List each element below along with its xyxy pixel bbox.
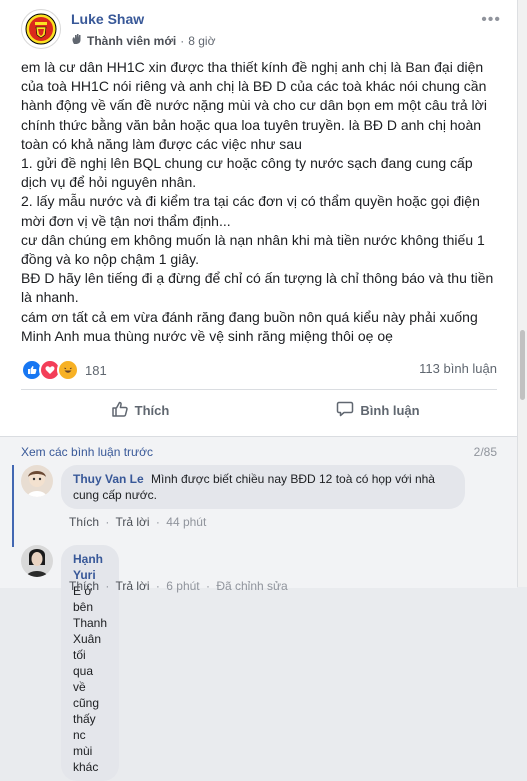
reaction-count: 181 [85,362,107,378]
like-button[interactable]: Thích [21,393,259,427]
separator-dot: · [155,579,160,593]
like-label: Thích [134,402,170,418]
more-options-icon[interactable]: ••• [481,11,501,29]
post-author-name[interactable]: Luke Shaw [71,11,144,27]
post-body: em là cư dân HH1C xin được tha thiết kín… [21,58,501,346]
author-avatar[interactable] [21,9,61,49]
separator-dot: · [105,515,110,529]
commenter-name[interactable]: Thuy Van Le [73,472,144,486]
comment-highlight-bar [12,465,14,547]
view-previous-comments-link[interactable]: Xem các bình luận trước [21,445,153,459]
comment-like-link[interactable]: Thích [69,579,99,593]
commenter-avatar[interactable] [21,465,53,497]
comment-bubble: Thuy Van Le Mình được biết chiều nay BĐD… [61,465,465,509]
scrollbar-thumb[interactable] [520,330,525,400]
meta-separator: · [180,33,185,48]
post-card: Luke Shaw Thành viên mới · 8 giờ ••• em … [0,0,518,781]
comment-button[interactable]: Bình luận [259,393,497,427]
comment-reply-link[interactable]: Trả lời [115,579,149,593]
separator-dot: · [155,515,160,529]
waving-hand-icon [71,33,83,48]
haha-reaction-icon [57,359,79,381]
post-paragraph: em là cư dân HH1C xin được tha thiết kín… [21,59,487,152]
separator-dot: · [105,579,110,593]
commenter-name[interactable]: Hạnh Yuri [73,552,103,582]
separator-dot: · [205,579,210,593]
member-role[interactable]: Thành viên mới [87,34,176,48]
comment-like-link[interactable]: Thích [69,515,99,529]
comment-count-link[interactable]: 113 bình luận [419,361,497,376]
page-scrollbar[interactable] [518,0,527,587]
post-actions: Thích Bình luận [21,393,497,427]
post-paragraph: BĐ D hãy lên tiếng đi ạ đừng để chỉ có ấ… [21,270,494,306]
post-paragraph: cư dân chúng em không muốn là nạn nhân k… [21,231,485,268]
post-paragraph: cám ơn tất cả em vừa đánh răng đang buồn… [21,308,478,344]
manchester-united-crest-icon [25,13,57,45]
comment-edited-label[interactable]: Đã chỉnh sửa [216,579,287,593]
post-meta: Thành viên mới · 8 giờ [71,33,215,48]
stats-divider [21,389,497,390]
speech-bubble-icon [336,400,354,421]
comment-actions: Thích · Trả lời · 44 phút [69,515,206,529]
comment-actions: Thích · Trả lời · 6 phút · Đã chỉnh sửa [69,579,288,593]
commenter-avatar[interactable] [21,545,53,577]
comment-time[interactable]: 6 phút [166,579,199,593]
post-stats: 181 113 bình luận [21,358,497,381]
comment-text: E ở bên Thanh Xuân tối qua về cũng thấy … [73,584,108,774]
comments-section: Xem các bình luận trước 2/85 Thuy Van Le… [0,436,517,781]
post-paragraph: 2. lấy mẫu nước và đi kiểm tra tại các đ… [21,193,480,229]
post-time[interactable]: 8 giờ [188,34,215,48]
reaction-summary[interactable]: 181 [21,359,107,381]
comment-time[interactable]: 44 phút [166,515,206,529]
comment-reply-link[interactable]: Trả lời [115,515,149,529]
thumbs-up-icon [111,400,129,421]
comment-pager: 2/85 [473,445,497,459]
post-paragraph: 1. gửi đề nghị lên BQL chung cư hoặc côn… [21,155,473,191]
post-header: Luke Shaw Thành viên mới · 8 giờ ••• [21,7,505,53]
comment-label: Bình luận [360,402,420,418]
